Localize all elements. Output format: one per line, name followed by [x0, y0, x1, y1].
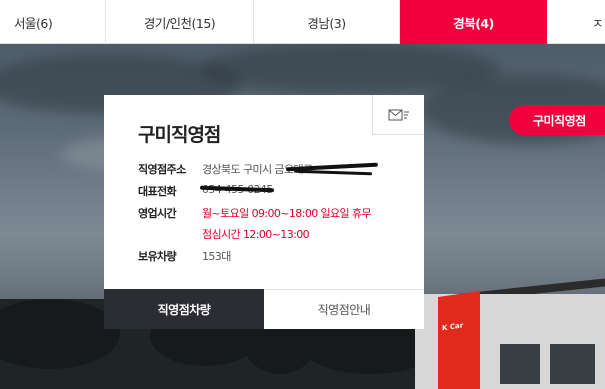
branch-marker-pill[interactable]: 구미직영점 — [509, 105, 605, 135]
tab-gyeongnam[interactable]: 경남(3) — [254, 0, 400, 44]
mail-icon — [388, 109, 409, 120]
branch-info-button[interactable]: 직영점안내 — [264, 289, 424, 329]
hours-value: 월~토요일 09:00~18:00 일요일 휴무 — [202, 207, 372, 220]
branch-cars-button[interactable]: 직영점차량 — [104, 289, 264, 329]
tab-next[interactable]: ㅈ — [547, 0, 605, 44]
address-label: 직영점주소 — [138, 163, 186, 176]
vehicles-label: 보유차량 — [138, 250, 177, 263]
mail-button[interactable] — [372, 95, 424, 135]
tab-seoul[interactable]: 서울(6) — [0, 0, 106, 44]
hours-label: 영업시간 — [138, 207, 177, 220]
kcar-logo: K Car — [442, 321, 464, 333]
card-actions: 직영점차량 직영점안내 — [104, 289, 424, 329]
kcar-sign: K Car — [438, 291, 480, 389]
branch-title: 구미직영점 — [138, 124, 221, 146]
tab-gyeongbuk[interactable]: 경북(4) — [400, 0, 547, 44]
vehicles-row: 보유차량 153대 — [138, 248, 231, 264]
lunch-row: 점심시간 12:00~13:00 — [138, 226, 310, 242]
phone-label: 대표전화 — [138, 185, 177, 198]
branch-info-card: 구미직영점 직영점주소 경상북도 구미시 금오대로 대표전화 054-455-0… — [104, 95, 424, 329]
region-tabs: 서울(6) 경기/인천(15) 경남(3) 경북(4) ㅈ — [0, 0, 605, 44]
lunch-value: 점심시간 12:00~13:00 — [202, 228, 310, 241]
tab-gyeonggi-incheon[interactable]: 경기/인천(15) — [106, 0, 254, 44]
hours-row: 영업시간 월~토요일 09:00~18:00 일요일 휴무 — [138, 205, 372, 221]
vehicles-value: 153대 — [202, 250, 231, 263]
